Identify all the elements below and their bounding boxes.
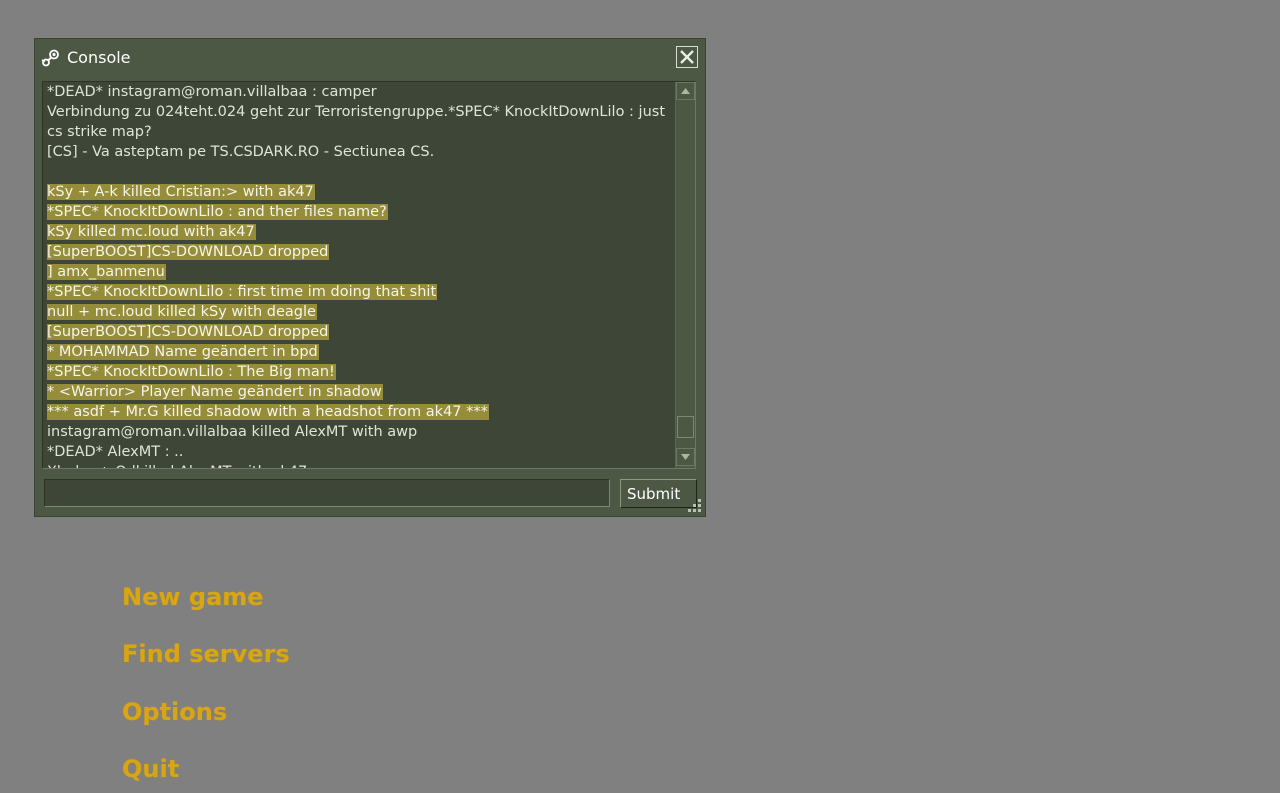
menu-item-quit[interactable]: Quit bbox=[122, 755, 179, 783]
log-line: kSy + A-k killed Cristian:> with ak47 bbox=[47, 182, 673, 202]
log-line-text: *DEAD* AlexMT : .. bbox=[47, 444, 184, 460]
log-line: instagram@roman.villalbaa killed AlexMT … bbox=[47, 422, 673, 442]
scroll-thumb[interactable] bbox=[677, 416, 694, 438]
menu-item-find-servers[interactable]: Find servers bbox=[122, 640, 290, 668]
log-line-text: * <Warrior> Player Name geändert in shad… bbox=[47, 384, 383, 400]
desktop: Console *DEAD* instagram@roman.villalbaa… bbox=[0, 0, 1280, 793]
console-titlebar[interactable]: Console bbox=[35, 39, 705, 77]
log-line-text: *SPEC* KnockItDownLilo : first time im d… bbox=[47, 284, 438, 300]
log-line: kSy killed mc.loud with ak47 bbox=[47, 222, 673, 242]
scroll-down-button[interactable] bbox=[676, 448, 695, 466]
log-line-text: [SuperBOOST]CS-DOWNLOAD dropped bbox=[47, 324, 330, 340]
log-line-text: kSy + A-k killed Cristian:> with ak47 bbox=[47, 184, 315, 200]
log-line: Verbindung zu 024teht.024 geht zur Terro… bbox=[47, 102, 673, 122]
arrow-up-icon bbox=[677, 88, 694, 94]
arrow-down-icon bbox=[677, 454, 694, 460]
log-line: ] amx_banmenu bbox=[47, 262, 673, 282]
menu-item-options[interactable]: Options bbox=[122, 698, 227, 726]
log-line: * MOHAMMAD Name geändert in bpd bbox=[47, 342, 673, 362]
log-line: * <Warrior> Player Name geändert in shad… bbox=[47, 382, 673, 402]
log-line-text: instagram@roman.villalbaa killed AlexMT … bbox=[47, 424, 418, 440]
log-line: *SPEC* KnockItDownLilo : The Big man! bbox=[47, 362, 673, 382]
log-line-text bbox=[47, 164, 48, 180]
console-log-content: *DEAD* instagram@roman.villalbaa : campe… bbox=[47, 82, 673, 468]
steam-icon bbox=[41, 48, 61, 68]
log-line-text: *SPEC* KnockItDownLilo : and ther files … bbox=[47, 204, 388, 220]
log-line: *** asdf + Mr.G killed shadow with a hea… bbox=[47, 402, 673, 422]
log-scrollbar[interactable] bbox=[675, 82, 695, 468]
console-log[interactable]: *DEAD* instagram@roman.villalbaa : campe… bbox=[42, 81, 696, 469]
log-line: [SuperBOOST]CS-DOWNLOAD dropped bbox=[47, 322, 673, 342]
log-line: *SPEC* KnockItDownLilo : first time im d… bbox=[47, 282, 673, 302]
resize-grip-icon[interactable] bbox=[686, 497, 704, 515]
log-line-text: * MOHAMMAD Name geändert in bpd bbox=[47, 344, 319, 360]
log-line: Xbubu + Odkilled AlexMT with ak47 bbox=[47, 462, 673, 468]
menu-item-new-game[interactable]: New game bbox=[122, 583, 264, 611]
log-line-text: *** asdf + Mr.G killed shadow with a hea… bbox=[47, 404, 489, 420]
log-line: *SPEC* KnockItDownLilo : and ther files … bbox=[47, 202, 673, 222]
log-line-text: *DEAD* instagram@roman.villalbaa : campe… bbox=[47, 84, 377, 100]
log-line-text: Verbindung zu 024teht.024 geht zur Terro… bbox=[47, 104, 666, 120]
log-line-text: [SuperBOOST]CS-DOWNLOAD dropped bbox=[47, 244, 330, 260]
scroll-up-button[interactable] bbox=[676, 82, 695, 100]
log-line: cs strike map? bbox=[47, 122, 673, 142]
log-line-text: ] amx_banmenu bbox=[47, 264, 166, 280]
log-line-text: cs strike map? bbox=[47, 124, 152, 140]
log-line: [CS] - Va asteptam pe TS.CSDARK.RO - Sec… bbox=[47, 142, 673, 162]
log-line: *DEAD* instagram@roman.villalbaa : campe… bbox=[47, 82, 673, 102]
log-line bbox=[47, 162, 673, 182]
log-line: null + mc.loud killed kSy with deagle bbox=[47, 302, 673, 322]
command-input[interactable] bbox=[44, 479, 610, 507]
log-line-text: *SPEC* KnockItDownLilo : The Big man! bbox=[47, 364, 336, 380]
log-line-text: kSy killed mc.loud with ak47 bbox=[47, 224, 256, 240]
log-line: *DEAD* AlexMT : .. bbox=[47, 442, 673, 462]
log-line-text: [CS] - Va asteptam pe TS.CSDARK.RO - Sec… bbox=[47, 144, 435, 160]
console-window: Console *DEAD* instagram@roman.villalbaa… bbox=[34, 38, 706, 517]
log-line-text: Xbubu + Odkilled AlexMT with ak47 bbox=[47, 464, 308, 468]
log-line-text: null + mc.loud killed kSy with deagle bbox=[47, 304, 317, 320]
log-line: [SuperBOOST]CS-DOWNLOAD dropped bbox=[47, 242, 673, 262]
close-icon bbox=[677, 47, 697, 67]
console-title: Console bbox=[67, 48, 131, 67]
close-button[interactable] bbox=[676, 46, 698, 68]
